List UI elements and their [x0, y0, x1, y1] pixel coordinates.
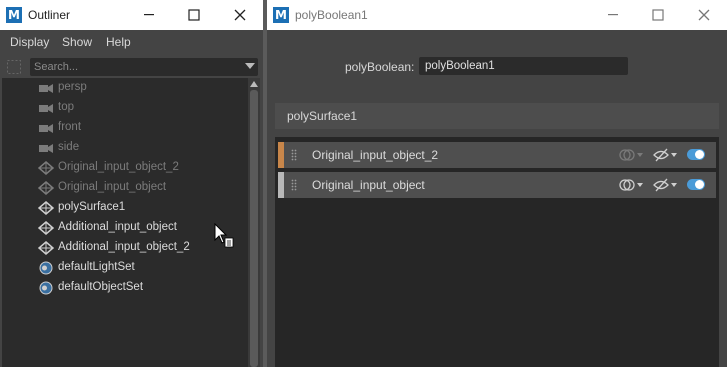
tree-item-persp[interactable]: persp	[2, 78, 248, 98]
tree-item-additional-input-object[interactable]: Additional_input_object	[2, 218, 248, 238]
operand-label: Original_input_object	[312, 178, 425, 192]
operand-row[interactable]: Original_input_object_2	[278, 142, 716, 168]
mouse-cursor-icon	[214, 223, 234, 248]
section-header-polysurface1[interactable]: polySurface1	[275, 103, 719, 129]
outliner-titlebar[interactable]: M Outliner	[0, 0, 263, 30]
polyboolean-name-field[interactable]: polyBoolean1	[419, 57, 628, 75]
tree-item-polysurface1[interactable]: polySurface1	[2, 198, 248, 218]
tree-item-top[interactable]: top	[2, 98, 248, 118]
operand-enabled-toggle[interactable]	[687, 149, 705, 160]
operand-color-strip	[278, 172, 284, 198]
maya-logo-icon: M	[273, 7, 289, 23]
chevron-down-icon[interactable]	[245, 63, 255, 70]
menu-display[interactable]: Display	[10, 35, 49, 49]
scroll-thumb[interactable]	[250, 90, 258, 367]
operand-list: Original_input_object_2 Original_input_o…	[275, 137, 719, 367]
toggle-knob	[695, 150, 704, 159]
outliner-title: Outliner	[28, 8, 71, 22]
operand-label: Original_input_object_2	[312, 148, 439, 162]
search-row	[0, 56, 263, 78]
maya-logo-icon: M	[6, 7, 22, 23]
camera-icon	[39, 144, 53, 153]
close-icon	[234, 9, 246, 21]
polyboolean-attr-label: polyBoolean:	[345, 60, 415, 74]
toggle-knob	[695, 180, 704, 189]
maximize-button[interactable]	[172, 0, 216, 30]
boolean-operation-icon[interactable]	[618, 177, 646, 193]
maximize-icon	[188, 9, 200, 21]
minimize-button[interactable]	[591, 0, 635, 30]
mesh-icon	[38, 161, 54, 175]
close-button[interactable]	[218, 0, 262, 30]
tree-item-front[interactable]: front	[2, 118, 248, 138]
tree-item-original-input-object-2[interactable]: Original_input_object_2	[2, 158, 248, 178]
tree-item-original-input-object[interactable]: Original_input_object	[2, 178, 248, 198]
search-field[interactable]	[30, 58, 258, 76]
tree-item-default-light-set[interactable]: defaultLightSet	[2, 258, 248, 278]
filter-icon[interactable]	[6, 59, 22, 75]
tree-item-side[interactable]: side	[2, 138, 248, 158]
mesh-icon	[38, 241, 54, 255]
operand-color-strip	[278, 142, 284, 168]
minimize-icon	[144, 14, 154, 16]
outliner-menubar: Display Show Help	[0, 32, 263, 52]
operand-enabled-toggle[interactable]	[687, 179, 705, 190]
camera-icon	[39, 84, 53, 93]
outliner-scrollbar[interactable]	[248, 78, 260, 367]
close-icon	[698, 9, 710, 21]
search-input[interactable]	[30, 58, 230, 76]
tree-item-default-object-set[interactable]: defaultObjectSet	[2, 278, 248, 298]
editor-title: polyBoolean1	[295, 8, 368, 22]
outliner-tree: persp top front side Original_input_obje…	[2, 78, 248, 367]
set-icon	[39, 281, 53, 295]
camera-icon	[39, 104, 53, 113]
drag-handle-icon[interactable]	[291, 179, 297, 191]
mesh-icon	[38, 201, 54, 215]
close-button[interactable]	[682, 0, 726, 30]
minimize-icon	[608, 14, 618, 16]
boolean-operation-icon[interactable]	[618, 147, 646, 163]
outliner-window: M Outliner Display Show Help per	[0, 0, 263, 367]
visibility-hidden-icon[interactable]	[652, 177, 680, 193]
scroll-up-icon[interactable]	[250, 81, 258, 87]
minimize-button[interactable]	[127, 0, 171, 30]
mesh-icon	[38, 181, 54, 195]
mesh-icon	[38, 221, 54, 235]
menu-show[interactable]: Show	[62, 35, 92, 49]
camera-icon	[39, 124, 53, 133]
maximize-button[interactable]	[636, 0, 680, 30]
operand-row[interactable]: Original_input_object	[278, 172, 716, 198]
menu-help[interactable]: Help	[106, 35, 131, 49]
visibility-hidden-icon[interactable]	[652, 147, 680, 163]
polyboolean-window: M polyBoolean1 polyBoolean: polyBoolean1…	[267, 0, 727, 367]
editor-titlebar[interactable]: M polyBoolean1	[267, 0, 727, 30]
set-icon	[39, 261, 53, 275]
drag-handle-icon[interactable]	[291, 149, 297, 161]
maximize-icon	[652, 9, 664, 21]
tree-item-additional-input-object-2[interactable]: Additional_input_object_2	[2, 238, 248, 258]
